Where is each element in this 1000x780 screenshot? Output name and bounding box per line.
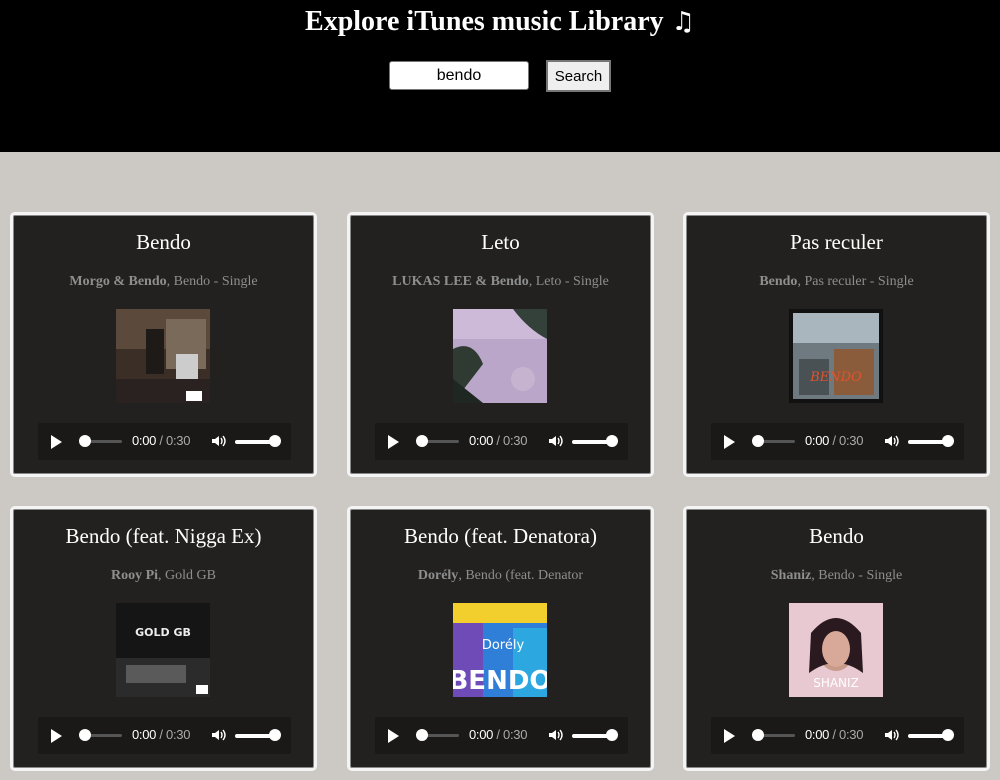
playback-time: 0:00 / 0:30 <box>805 727 864 742</box>
search-input[interactable] <box>389 61 529 90</box>
playback-time: 0:00 / 0:30 <box>469 727 528 742</box>
track-title: Bendo (feat. Nigga Ex) <box>65 524 262 548</box>
album-name: , Gold GB <box>158 568 216 583</box>
volume-icon[interactable] <box>883 433 899 449</box>
result-card: Bendo (feat. Denatora) Dorély, Bendo (fe… <box>347 506 654 771</box>
volume-icon[interactable] <box>547 433 563 449</box>
playback-time: 0:00 / 0:30 <box>132 433 191 448</box>
volume-icon[interactable] <box>210 727 226 743</box>
track-subtitle: Dorély, Bendo (feat. Denator <box>370 568 631 584</box>
play-icon[interactable] <box>388 729 399 743</box>
album-art: Dorély BENDO <box>453 603 547 697</box>
audio-player: 0:00 / 0:30 <box>711 423 964 460</box>
search-button[interactable]: Search <box>546 60 611 92</box>
play-icon[interactable] <box>51 729 62 743</box>
result-card: Pas reculer Bendo, Pas reculer - Single … <box>683 212 990 477</box>
album-name: , Bendo - Single <box>811 568 903 583</box>
play-icon[interactable] <box>51 435 62 449</box>
page-header: Explore iTunes music Library♫ Search <box>0 0 1000 152</box>
track-subtitle: LUKAS LEE & Bendo, Leto - Single <box>370 274 631 290</box>
album-art <box>453 309 547 403</box>
svg-text:BENDO: BENDO <box>453 666 547 696</box>
volume-icon[interactable] <box>883 727 899 743</box>
seek-handle[interactable] <box>416 729 428 741</box>
track-subtitle: Rooy Pi, Gold GB <box>33 568 294 584</box>
seek-handle[interactable] <box>416 435 428 447</box>
svg-text:SHANIZ: SHANIZ <box>813 676 859 690</box>
svg-text:BENDO: BENDO <box>809 370 862 385</box>
music-note-icon: ♫ <box>671 7 695 37</box>
artist-name: Morgo & Bendo <box>69 274 167 289</box>
audio-player: 0:00 / 0:30 <box>38 717 291 754</box>
playback-time: 0:00 / 0:30 <box>805 433 864 448</box>
album-name: , Leto - Single <box>528 274 609 289</box>
album-art: BENDO <box>789 309 883 403</box>
artist-name: LUKAS LEE & Bendo <box>392 274 529 289</box>
track-subtitle: Shaniz, Bendo - Single <box>706 568 967 584</box>
track-title: Bendo <box>809 524 864 548</box>
audio-player: 0:00 / 0:30 <box>375 423 628 460</box>
track-title: Bendo (feat. Denatora) <box>404 524 597 548</box>
seek-handle[interactable] <box>752 729 764 741</box>
play-icon[interactable] <box>724 435 735 449</box>
result-card: Bendo (feat. Nigga Ex) Rooy Pi, Gold GB … <box>10 506 317 771</box>
audio-player: 0:00 / 0:30 <box>38 423 291 460</box>
svg-text:GOLD GB: GOLD GB <box>135 626 191 639</box>
volume-handle[interactable] <box>269 729 281 741</box>
track-subtitle: Morgo & Bendo, Bendo - Single <box>33 274 294 290</box>
volume-handle[interactable] <box>942 729 954 741</box>
play-icon[interactable] <box>388 435 399 449</box>
playback-time: 0:00 / 0:30 <box>469 433 528 448</box>
artist-name: Dorély <box>417 568 459 583</box>
artist-name: Shaniz <box>770 568 812 583</box>
album-art: SHANIZ <box>789 603 883 697</box>
artist-name: Bendo <box>759 274 798 289</box>
audio-player: 0:00 / 0:30 <box>711 717 964 754</box>
seek-handle[interactable] <box>79 435 91 447</box>
audio-player: 0:00 / 0:30 <box>375 717 628 754</box>
play-icon[interactable] <box>724 729 735 743</box>
volume-icon[interactable] <box>547 727 563 743</box>
result-card: Bendo Shaniz, Bendo - Single SHANIZ 0:00… <box>683 506 990 771</box>
page-title: Explore iTunes music Library ♫ <box>0 6 1000 38</box>
volume-handle[interactable] <box>606 435 618 447</box>
volume-handle[interactable] <box>269 435 281 447</box>
album-name: , Pas reculer - Single <box>797 274 914 289</box>
volume-handle[interactable] <box>942 435 954 447</box>
seek-handle[interactable] <box>79 729 91 741</box>
page-title-text: Explore iTunes music Library <box>305 6 664 37</box>
result-card: Bendo Morgo & Bendo, Bendo - Single 0:00… <box>10 212 317 477</box>
track-title: Leto <box>481 230 520 254</box>
playback-time: 0:00 / 0:30 <box>132 727 191 742</box>
svg-text:Dorély: Dorély <box>482 638 525 653</box>
volume-icon[interactable] <box>210 433 226 449</box>
album-art: GOLD GB <box>116 603 210 697</box>
result-card: Leto LUKAS LEE & Bendo, Leto - Single 0:… <box>347 212 654 477</box>
track-title: Bendo <box>136 230 191 254</box>
seek-handle[interactable] <box>752 435 764 447</box>
album-art <box>116 309 210 403</box>
artist-name: Rooy Pi <box>110 568 159 583</box>
volume-handle[interactable] <box>606 729 618 741</box>
track-subtitle: Bendo, Pas reculer - Single <box>706 274 967 290</box>
album-name: , Bendo (feat. Denator <box>458 568 584 583</box>
album-name: , Bendo - Single <box>166 274 258 289</box>
track-title: Pas reculer <box>790 230 883 254</box>
